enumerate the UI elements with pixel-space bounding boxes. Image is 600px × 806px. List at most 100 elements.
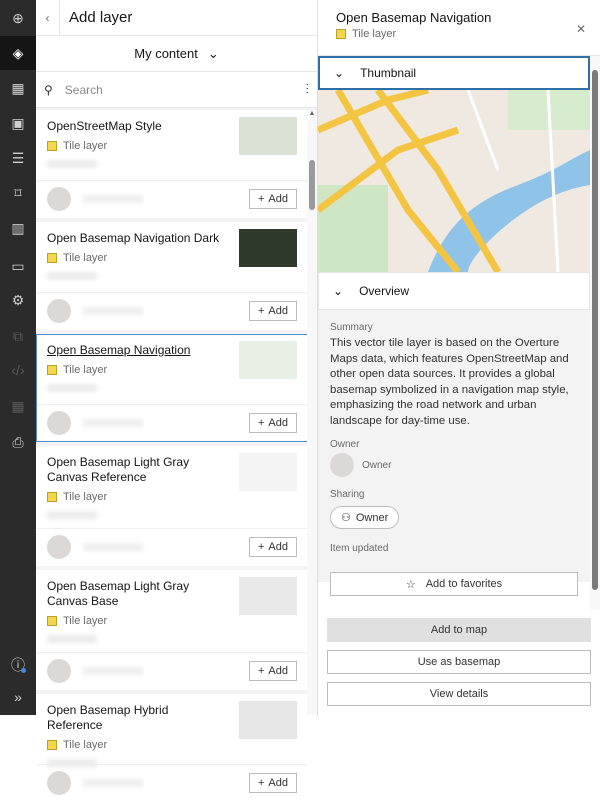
blurred-meta	[47, 272, 97, 280]
info-icon[interactable]: ⓘ	[0, 648, 36, 682]
layer-name[interactable]: Open Basemap Hybrid Reference	[47, 703, 222, 733]
layer-thumbnail	[239, 453, 297, 491]
layer-type: Tile layer	[63, 491, 108, 503]
add-button[interactable]: + Add	[249, 189, 297, 209]
layer-list: OpenStreetMap Style Tile layer + Add Open …	[36, 110, 308, 806]
tile-layer-icon	[47, 740, 57, 750]
tile-layer-icon	[47, 253, 57, 263]
view-details-button[interactable]: View details	[327, 682, 591, 706]
blurred-meta	[47, 160, 97, 168]
blurred-meta	[47, 384, 97, 392]
blurred-meta	[47, 635, 97, 643]
layer-thumbnail	[239, 341, 297, 379]
print-icon[interactable]: ⎙	[0, 425, 36, 459]
layer-name[interactable]: Open Basemap Light Gray Canvas Reference	[47, 455, 222, 485]
layer-type: Tile layer	[352, 28, 397, 40]
plus-icon: +	[257, 305, 265, 317]
add-label: Add	[268, 305, 288, 317]
apps-icon: ▦	[11, 397, 25, 414]
user-icon: ⚇	[341, 512, 351, 524]
filter-icon[interactable]: ⫶	[306, 81, 310, 98]
use-as-basemap-button[interactable]: Use as basemap	[327, 650, 591, 674]
layer-thumbnail	[239, 577, 297, 615]
scrollbar[interactable]	[590, 56, 600, 610]
share-icon: ⧉	[13, 327, 23, 344]
add-label: Add	[268, 777, 288, 789]
layer-card[interactable]: Open Basemap Navigation Tile layer + Add	[36, 334, 308, 442]
panel-title: Add layer	[69, 9, 133, 26]
sharing-value: Owner	[355, 511, 389, 524]
avatar	[47, 187, 71, 211]
blurred-owner	[83, 195, 143, 203]
owner-name: Owner	[362, 459, 392, 471]
chevron-down-icon: ⌄	[333, 284, 344, 298]
chevron-down-icon: ⌄	[207, 45, 219, 61]
tile-layer-icon	[47, 492, 57, 502]
chevron-down-icon: ⌄	[334, 66, 345, 80]
layer-thumbnail	[239, 229, 297, 267]
layer-thumbnail	[239, 701, 297, 739]
add-button[interactable]: + Add	[249, 773, 297, 793]
layer-card[interactable]: Open Basemap Light Gray Canvas Reference…	[36, 446, 308, 566]
search-icon: ⚲	[44, 82, 53, 97]
add-icon[interactable]: ⊕	[0, 1, 36, 35]
owner-label: Owner	[330, 439, 360, 450]
add-to-favorites-button[interactable]: ☆ Add to favorites	[330, 572, 578, 596]
legend-icon[interactable]: ☰	[0, 141, 36, 175]
basemap-icon[interactable]: ▣	[0, 106, 36, 140]
blurred-owner	[83, 667, 143, 675]
close-icon[interactable]: ✕	[576, 22, 586, 36]
layer-card[interactable]: Open Basemap Navigation Dark Tile layer …	[36, 222, 308, 330]
layer-card[interactable]: OpenStreetMap Style Tile layer + Add	[36, 110, 308, 218]
expand-icon[interactable]: »	[0, 680, 36, 714]
blurred-owner	[83, 779, 143, 787]
layer-type: Tile layer	[63, 364, 108, 376]
plus-icon: +	[257, 665, 265, 677]
blurred-owner	[83, 419, 143, 427]
add-button[interactable]: + Add	[249, 537, 297, 557]
charts-icon[interactable]: ▥	[0, 211, 36, 245]
app-sidebar: ⊕ ◈ ▦ ▣ ☰ ⌑ ▥ ▭ ⚙ ⧉ ‹/› ▦ ⎙ ⓘ »	[0, 0, 36, 715]
layer-card[interactable]: Open Basemap Hybrid Reference Tile layer…	[36, 694, 308, 802]
add-label: Add	[268, 665, 288, 677]
avatar	[47, 535, 71, 559]
button-label: Add to favorites	[425, 578, 503, 590]
search-input[interactable]: Search	[65, 83, 306, 97]
layer-type: Tile layer	[63, 140, 108, 152]
layer-thumbnail	[239, 117, 297, 155]
layer-name[interactable]: Open Basemap Light Gray Canvas Base	[47, 579, 222, 609]
table-icon[interactable]: ▦	[0, 71, 36, 105]
bookmark-icon[interactable]: ⌑	[0, 176, 36, 210]
add-button[interactable]: + Add	[249, 413, 297, 433]
item-updated-label: Item updated	[330, 543, 389, 554]
add-button[interactable]: + Add	[249, 301, 297, 321]
layer-details-panel: Open Basemap Navigation Tile layer ✕ ⌄ Th…	[318, 0, 600, 715]
folder-icon[interactable]: ▭	[0, 249, 36, 283]
back-button[interactable]: ‹	[36, 0, 60, 36]
plus-icon: +	[257, 777, 265, 789]
layer-card[interactable]: Open Basemap Light Gray Canvas Base Tile…	[36, 570, 308, 690]
layer-type: Tile layer	[63, 739, 108, 751]
tile-layer-icon	[47, 616, 57, 626]
add-to-map-button[interactable]: Add to map	[327, 618, 591, 642]
avatar	[47, 659, 71, 683]
settings-icon[interactable]: ⚙	[0, 283, 36, 317]
avatar	[47, 299, 71, 323]
scrollbar[interactable]: ▲	[307, 110, 317, 715]
avatar	[47, 771, 71, 795]
layer-name[interactable]: Open Basemap Navigation	[47, 343, 222, 358]
add-layer-panel: ‹ Add layer My content ⌄ ⚲ Search ⫶ OpenStre…	[36, 0, 318, 802]
thumbnail-image	[318, 90, 590, 272]
layer-name[interactable]: OpenStreetMap Style	[47, 119, 222, 134]
layers-icon[interactable]: ◈	[0, 36, 36, 70]
layer-name[interactable]: Open Basemap Navigation Dark	[47, 231, 222, 246]
add-label: Add	[268, 193, 288, 205]
content-source-dropdown[interactable]: My content ⌄	[36, 36, 317, 72]
thumbnail-section-toggle[interactable]: ⌄ Thumbnail	[318, 56, 590, 90]
details-title: Open Basemap Navigation	[336, 10, 492, 25]
tile-layer-icon	[47, 365, 57, 375]
add-button[interactable]: + Add	[249, 661, 297, 681]
blurred-owner	[83, 307, 143, 315]
sharing-badge: ⚇ Owner	[330, 506, 400, 529]
overview-section-toggle[interactable]: ⌄ Overview	[318, 272, 590, 310]
